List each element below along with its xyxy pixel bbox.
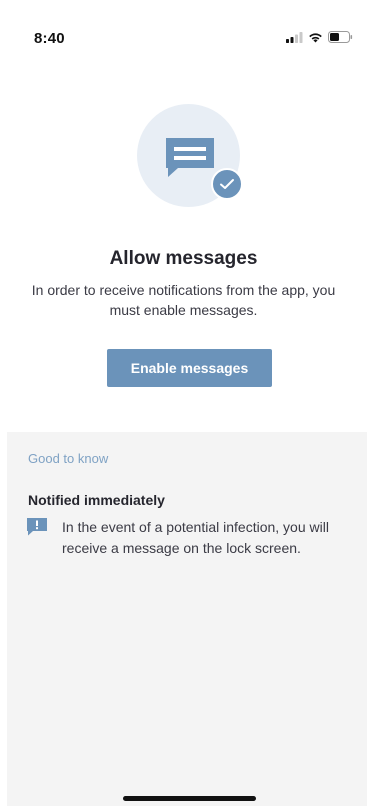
page-title: Allow messages [109, 248, 258, 269]
checkmark-badge [211, 168, 243, 200]
battery-icon [328, 31, 353, 43]
info-item-heading: Notified immediately [28, 492, 165, 508]
home-indicator[interactable] [123, 796, 256, 801]
message-bubble-icon [166, 138, 214, 177]
status-time: 8:40 [34, 30, 65, 47]
enable-messages-button[interactable]: Enable messages [107, 349, 272, 387]
good-to-know-panel: Good to know Notified immediately In the… [7, 432, 367, 806]
page-description: In order to receive notifications from t… [31, 282, 336, 318]
alert-message-icon [27, 518, 47, 536]
checkmark-icon [220, 179, 234, 189]
signal-icon [286, 31, 303, 43]
info-item-text: In the event of a potential infection, y… [62, 519, 329, 556]
status-icons [286, 31, 353, 43]
wifi-icon [309, 32, 322, 42]
section-label: Good to know [28, 451, 109, 466]
status-bar: 8:40 [0, 0, 367, 80]
hero-illustration [137, 104, 243, 207]
enable-messages-screen: 8:40 Allow messages In order to receive … [0, 0, 367, 806]
